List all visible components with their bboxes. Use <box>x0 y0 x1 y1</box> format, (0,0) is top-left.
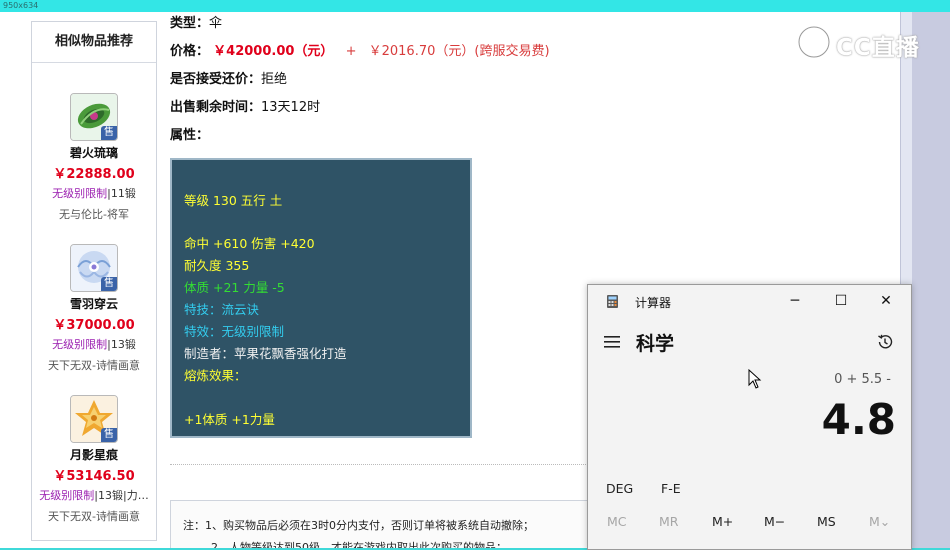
attr-skill-line: 特技：流云诀 <box>184 302 260 317</box>
memory-list-button[interactable]: M⌄ <box>869 514 890 529</box>
sell-badge: 售 <box>101 277 117 291</box>
divider <box>170 464 590 465</box>
time-row: 出售剩余时间：13天12时 <box>170 96 320 115</box>
type-value: 伞 <box>209 16 223 31</box>
m-plus-button[interactable]: M+ <box>712 514 733 529</box>
item-umbrella-icon[interactable]: 售 <box>70 93 118 141</box>
item-tags: 无级别限制|13锻 <box>52 338 136 351</box>
forge-level-tag: 13锻 <box>110 338 136 351</box>
attr-effect-line: 特效：无级别限制 <box>184 324 285 339</box>
forge-level-tag: 13锻 <box>98 489 123 502</box>
angle-mode-button[interactable]: DEG <box>606 481 633 496</box>
similar-item[interactable]: 售 雪羽穿云 ￥37000.00 无级别限制|13锻 天下无双-诗情画意 <box>32 244 156 373</box>
calculator-titlebar[interactable]: 计算器 ─ ☐ ✕ <box>588 285 911 317</box>
notes-box: 注：1、购买物品后必须在3时0分内支付，否则订单将被系统自动撤除； 2、人物等级… <box>170 500 602 548</box>
watermark-text: CC直播 <box>836 35 920 61</box>
level-limit-tag: 无级别限制 <box>52 338 108 351</box>
similar-item[interactable]: 售 月影星痕 ￥53146.50 无级别限制|13锻|力… 天下无双-诗情画意 <box>32 395 156 524</box>
maximize-button[interactable]: ☐ <box>829 291 853 311</box>
fe-button[interactable]: F-E <box>661 481 681 496</box>
note-line-1: 注：1、购买物品后必须在3时0分内支付，否则订单将被系统自动撤除； <box>183 519 534 532</box>
price-main: ￥42000.00（元） <box>213 44 334 59</box>
item-price: ￥22888.00 <box>53 167 135 182</box>
price-label: 价格： <box>170 44 210 59</box>
item-name[interactable]: 碧火琉璃 <box>32 144 156 161</box>
time-value: 13天12时 <box>261 100 321 115</box>
attr-hit-line: 命中 +610 伤害 +420 <box>184 236 315 251</box>
item-tags: 无级别限制|11锻 <box>52 187 136 200</box>
attr-refine-value: +1体质 +1力量 <box>184 412 275 427</box>
attr-durability-line: 耐久度 355 <box>184 258 250 273</box>
calculator-display: 4.8 <box>821 395 896 444</box>
item-umbrella-icon[interactable]: 售 <box>70 244 118 292</box>
cc-live-watermark: CC直播 <box>796 22 926 62</box>
m-minus-button[interactable]: M− <box>764 514 785 529</box>
item-price: ￥37000.00 <box>53 318 135 333</box>
cc-logo-icon <box>797 25 831 59</box>
item-price: ￥53146.50 <box>53 469 135 484</box>
extra-tag: 力… <box>126 489 149 502</box>
bargain-label: 是否接受还价： <box>170 72 262 87</box>
forge-level-tag: 11锻 <box>110 187 136 200</box>
top-strip: 950x634 <box>0 0 950 12</box>
bargain-value: 拒绝 <box>261 72 288 87</box>
attr-bonus-line: 体质 +21 力量 -5 <box>184 280 285 295</box>
similar-item[interactable]: 售 碧火琉璃 ￥22888.00 无级别限制|11锻 无与伦比-将军 <box>32 93 156 222</box>
window-size-label: 950x634 <box>3 1 39 10</box>
calculator-mode: 科学 <box>636 333 675 355</box>
ms-button[interactable]: MS <box>817 514 836 529</box>
price-plus: + <box>345 44 357 59</box>
similar-items-title: 相似物品推荐 <box>32 22 156 63</box>
mouse-cursor-icon <box>748 369 762 389</box>
attr-row: 属性： <box>170 124 209 143</box>
mc-button[interactable]: MC <box>607 514 627 529</box>
item-server: 天下无双-诗情画意 <box>48 510 140 523</box>
history-icon[interactable] <box>876 333 894 351</box>
price-fee: ￥2016.70（元）(跨服交易费) <box>368 44 550 59</box>
calculator-title: 计算器 <box>635 296 672 310</box>
minimize-button[interactable]: ─ <box>783 291 807 311</box>
attributes-panel: 等级 130 五行 土 命中 +610 伤害 +420 耐久度 355 体质 +… <box>170 158 472 438</box>
similar-items-panel: 相似物品推荐 售 碧火琉璃 ￥22888.00 无级别限制|11锻 无与伦比-将… <box>31 21 157 541</box>
attr-maker-line: 制造者：苹果花飘香强化打造 <box>184 346 347 361</box>
item-umbrella-icon[interactable]: 售 <box>70 395 118 443</box>
bargain-row: 是否接受还价：拒绝 <box>170 68 287 87</box>
calculator-app-icon <box>607 295 618 308</box>
level-limit-tag: 无级别限制 <box>39 489 95 502</box>
attr-label: 属性： <box>170 128 210 143</box>
price-row: 价格： ￥42000.00（元） + ￥2016.70（元）(跨服交易费) <box>170 40 550 59</box>
close-button[interactable]: ✕ <box>874 291 898 311</box>
item-server: 无与伦比-将军 <box>59 208 129 221</box>
time-label: 出售剩余时间： <box>170 100 262 115</box>
item-name[interactable]: 雪羽穿云 <box>32 295 156 312</box>
attr-refine-label: 熔炼效果： <box>184 368 247 383</box>
sell-badge: 售 <box>101 126 117 140</box>
attr-level-line: 等级 130 五行 土 <box>184 193 283 208</box>
sell-badge: 售 <box>101 428 117 442</box>
calculator-window: 计算器 ─ ☐ ✕ 科学 0 + 5.5 - 4.8 DEG F-E MC MR… <box>587 284 912 550</box>
level-limit-tag: 无级别限制 <box>52 187 108 200</box>
calculator-expression: 0 + 5.5 - <box>834 372 891 387</box>
right-background <box>912 12 950 548</box>
mr-button[interactable]: MR <box>659 514 678 529</box>
item-name[interactable]: 月影星痕 <box>32 446 156 463</box>
type-label: 类型： <box>170 16 210 31</box>
type-row: 类型：伞 <box>170 12 222 31</box>
item-tags: 无级别限制|13锻|力… <box>39 489 149 502</box>
note-line-2: 2、人物等级达到50级，才能在游戏内取出此次购买的物品； <box>211 541 507 548</box>
hamburger-menu-icon[interactable] <box>604 336 620 348</box>
item-server: 天下无双-诗情画意 <box>48 359 140 372</box>
